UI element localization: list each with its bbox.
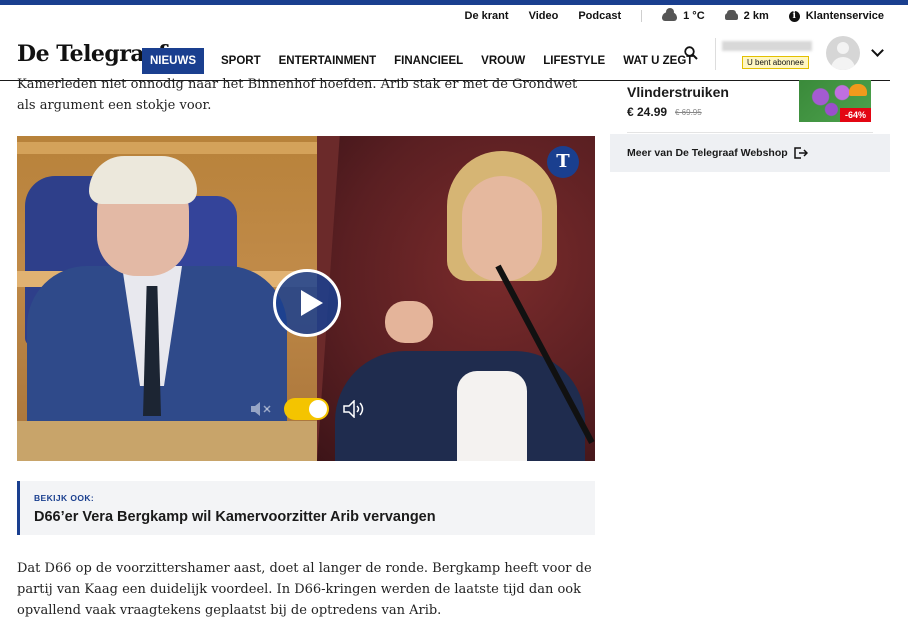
nav-item-lifestyle[interactable]: LIFESTYLE: [534, 48, 614, 74]
weather-widget[interactable]: 1 °C: [662, 7, 705, 22]
product-price: € 24.99: [627, 105, 668, 119]
discount-badge: -64%: [839, 108, 871, 122]
article-intro-paragraph: Kamerleden niet onnodig naar het Binnenh…: [17, 77, 578, 113]
subscriber-badge: U bent abonnee: [742, 56, 809, 69]
shop-divider: [627, 132, 873, 133]
utility-bar: De krant Video Podcast 1 °C 2 km i Klant…: [465, 7, 884, 22]
product-old-price: € 69.95: [675, 108, 702, 117]
article-body-paragraph: Dat D66 op de voorzittershamer aast, doe…: [17, 561, 592, 618]
cloud-icon: [662, 7, 678, 21]
nav-item-entertainment[interactable]: ENTERTAINMENT: [270, 48, 386, 74]
product-image[interactable]: -64%: [799, 80, 871, 122]
nav-item-financieel[interactable]: FINANCIEEL: [385, 48, 472, 74]
top-brand-stripe: [0, 0, 908, 5]
play-button[interactable]: [273, 269, 341, 337]
chevron-down-icon[interactable]: [871, 44, 884, 57]
telegraaf-badge-icon: T: [547, 146, 579, 178]
traffic-widget[interactable]: 2 km: [724, 9, 769, 22]
info-icon: i: [788, 10, 800, 22]
utility-divider: [641, 10, 643, 22]
de-krant-link[interactable]: De krant: [465, 10, 509, 22]
read-also-title[interactable]: D66’er Vera Bergkamp wil Kamervoorzitter…: [34, 509, 581, 525]
sound-toggle[interactable]: [284, 398, 329, 420]
nav-item-sport[interactable]: SPORT: [212, 48, 270, 74]
blurred-user-name: [722, 41, 812, 51]
customer-service-link[interactable]: i Klantenservice: [788, 10, 884, 22]
nav-item-nieuws[interactable]: NIEUWS: [142, 48, 204, 74]
product-name: Vlinderstruiken: [627, 84, 729, 100]
read-also-label: BEKIJK OOK:: [34, 493, 95, 503]
nav-item-vrouw[interactable]: VROUW: [472, 48, 534, 74]
search-icon[interactable]: [684, 46, 698, 60]
podcast-link[interactable]: Podcast: [578, 10, 621, 22]
external-link-icon: [793, 147, 808, 159]
read-also-box[interactable]: BEKIJK OOK: D66’er Vera Bergkamp wil Kam…: [17, 481, 595, 535]
traffic-distance: 2 km: [743, 10, 769, 22]
section-nav: NIEUWS SPORT ENTERTAINMENT FINANCIEEL VR…: [142, 48, 702, 74]
weather-temperature: 1 °C: [683, 10, 705, 22]
webshop-more-link[interactable]: Meer van De Telegraaf Webshop: [610, 134, 890, 172]
nav-divider: [715, 38, 716, 70]
car-icon: [724, 9, 738, 20]
webshop-product[interactable]: Vlinderstruiken € 24.99 € 69.95 -64%: [627, 80, 873, 130]
article-column: Kamerleden niet onnodig naar het Binnenh…: [17, 74, 597, 618]
webshop-more-label: Meer van De Telegraaf Webshop: [627, 147, 788, 159]
video-player[interactable]: T: [17, 136, 595, 461]
customer-service-label: Klantenservice: [805, 10, 884, 22]
volume-icon[interactable]: [342, 400, 368, 418]
video-link[interactable]: Video: [529, 10, 559, 22]
mute-icon[interactable]: [249, 401, 273, 417]
butterfly-image: [849, 84, 867, 96]
user-avatar[interactable]: [826, 36, 860, 70]
